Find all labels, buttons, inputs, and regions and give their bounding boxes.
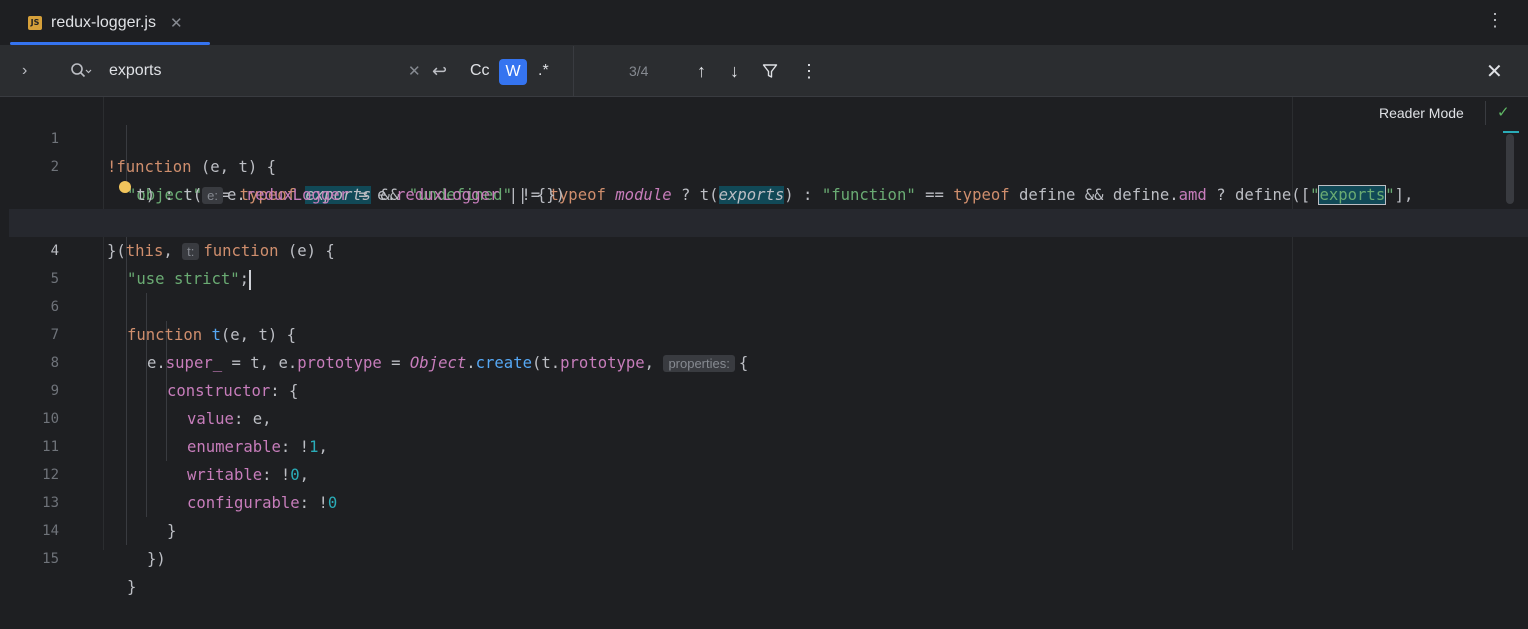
more-options-icon[interactable]: ⋮ xyxy=(1486,10,1504,31)
no-problems-check-icon[interactable]: ✓ xyxy=(1497,103,1510,121)
next-occurrence-icon[interactable]: ↓ xyxy=(730,46,739,96)
code-line: 6 function t(e, t) { xyxy=(9,265,1528,344)
code-line: 10 enumerable: !1, xyxy=(9,377,1528,456)
lightbulb-icon[interactable] xyxy=(119,181,131,193)
code-line: 15 } xyxy=(9,517,1528,596)
code-line: 5 xyxy=(9,237,1528,287)
regex-button[interactable]: .* xyxy=(538,46,549,96)
search-icon[interactable] xyxy=(70,46,92,96)
code-text: }) xyxy=(147,550,166,568)
find-bar: › ✕ ↩ Cc W .* 3/4 ↑ ↓ ⋮ ✕ xyxy=(0,46,1528,97)
code-line: 13 } xyxy=(9,461,1528,540)
code-editor[interactable]: 1 !function (e, t) { 2 "object" == typeo… xyxy=(9,97,1528,596)
filter-icon[interactable] xyxy=(762,46,778,96)
left-strip xyxy=(0,46,9,550)
line-number: 15 xyxy=(42,551,59,567)
code-line: 2 "object" == typeof exports && "undefin… xyxy=(9,125,1528,205)
active-tab-indicator xyxy=(10,42,210,45)
code-line: 8 constructor: { xyxy=(9,321,1528,400)
reader-mode-button[interactable]: Reader Mode xyxy=(1379,105,1464,121)
previous-occurrence-icon[interactable]: ↑ xyxy=(697,46,706,96)
vertical-scrollbar[interactable] xyxy=(1506,134,1514,204)
code-line-current: 4 "use strict"; xyxy=(9,209,1528,290)
match-count: 3/4 xyxy=(629,63,649,79)
expand-replace-icon[interactable]: › xyxy=(22,46,27,96)
code-line: 11 writable: !0, xyxy=(9,405,1528,484)
close-tab-icon[interactable]: ✕ xyxy=(170,14,183,32)
code-line: 1 !function (e, t) { xyxy=(9,97,1528,176)
whole-words-button[interactable]: W xyxy=(499,59,527,85)
tab-label: redux-logger.js xyxy=(51,13,156,31)
code-line: 3 }(this, t:function (e) { xyxy=(9,181,1528,260)
close-find-icon[interactable]: ✕ xyxy=(1486,46,1503,96)
code-line: 14 }) xyxy=(9,489,1528,568)
search-input[interactable] xyxy=(109,62,389,80)
match-case-button[interactable]: Cc xyxy=(470,46,490,96)
search-result-marker xyxy=(1503,131,1519,133)
code-line-wrapped: t) : t(e: e.reduxLogger = e.reduxLogger |… xyxy=(9,153,1528,204)
tab-redux-logger[interactable]: JS redux-logger.js ✕ xyxy=(10,0,210,45)
find-options-icon[interactable]: ⋮ xyxy=(800,46,818,96)
reader-mode-divider xyxy=(1485,101,1486,125)
find-bar-divider xyxy=(573,46,574,96)
javascript-file-icon: JS xyxy=(28,15,42,30)
code-line: 12 configurable: !0 xyxy=(9,433,1528,512)
editor-tab-bar: JS redux-logger.js ✕ ⋮ xyxy=(0,0,1528,46)
code-line: 7 e.super_ = t, e.prototype = Object.cre… xyxy=(9,293,1528,372)
code-line: 9 value: e, xyxy=(9,349,1528,428)
new-line-icon[interactable]: ↩ xyxy=(432,46,447,96)
search-field[interactable] xyxy=(109,46,389,96)
code-text: } xyxy=(127,578,137,596)
clear-search-icon[interactable]: ✕ xyxy=(408,46,421,96)
